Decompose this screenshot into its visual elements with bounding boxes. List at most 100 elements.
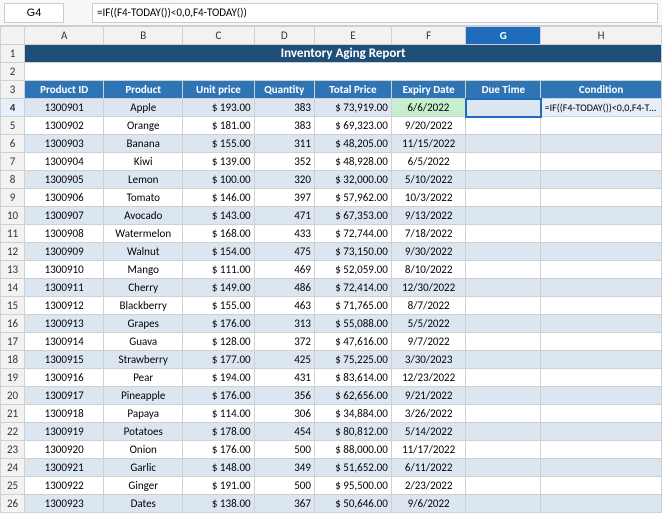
cell-unit-price[interactable]: $ 143.00 xyxy=(183,207,254,225)
cell-product-id[interactable]: 1300923 xyxy=(25,495,104,513)
cell-quantity[interactable]: 383 xyxy=(254,99,314,117)
cell-due-time[interactable] xyxy=(466,225,541,243)
cell-expiry-date[interactable]: 12/23/2022 xyxy=(391,369,466,387)
cell-unit-price[interactable]: $ 139.00 xyxy=(183,153,254,171)
cell-product[interactable]: Guava xyxy=(104,333,183,351)
cell-product[interactable]: Onion xyxy=(104,441,183,459)
cell-product-id[interactable]: 1300921 xyxy=(25,459,104,477)
cell-condition[interactable] xyxy=(541,423,662,441)
cell-due-time[interactable] xyxy=(466,153,541,171)
cell-condition[interactable] xyxy=(541,243,662,261)
cell-unit-price[interactable]: $ 154.00 xyxy=(183,243,254,261)
cell-product[interactable]: Garlic xyxy=(104,459,183,477)
cell-product-id[interactable]: 1300910 xyxy=(25,261,104,279)
cell-expiry-date[interactable]: 5/10/2022 xyxy=(391,171,466,189)
cell-condition[interactable]: =IF((F4-TODAY())<0,0,F4-TODAY()) xyxy=(541,99,662,117)
cell-product-id[interactable]: 1300916 xyxy=(25,369,104,387)
col-header-h[interactable]: H xyxy=(541,27,662,45)
cell-due-time[interactable] xyxy=(466,405,541,423)
cell-product-id[interactable]: 1300914 xyxy=(25,333,104,351)
cell-product-id[interactable]: 1300911 xyxy=(25,279,104,297)
cell-product-id[interactable]: 1300901 xyxy=(25,99,104,117)
cell-product[interactable]: Avocado xyxy=(104,207,183,225)
cell-due-time[interactable] xyxy=(466,315,541,333)
cell-unit-price[interactable]: $ 111.00 xyxy=(183,261,254,279)
cell-product[interactable]: Pineapple xyxy=(104,387,183,405)
col-header-a[interactable]: A xyxy=(25,27,104,45)
cell-condition[interactable] xyxy=(541,279,662,297)
cell-quantity[interactable]: 397 xyxy=(254,189,314,207)
cell-due-time[interactable] xyxy=(466,459,541,477)
cell-condition[interactable] xyxy=(541,459,662,477)
cell-due-time[interactable] xyxy=(466,351,541,369)
cell-total-price[interactable]: $ 50,646.00 xyxy=(314,495,391,513)
col-header-b[interactable]: B xyxy=(104,27,183,45)
cell-product-id[interactable]: 1300908 xyxy=(25,225,104,243)
cell-product-id[interactable]: 1300902 xyxy=(25,117,104,135)
cell-unit-price[interactable]: $ 194.00 xyxy=(183,369,254,387)
cell-total-price[interactable]: $ 48,205.00 xyxy=(314,135,391,153)
cell-product[interactable]: Watermelon xyxy=(104,225,183,243)
cell-product[interactable]: Walnut xyxy=(104,243,183,261)
cell-quantity[interactable]: 425 xyxy=(254,351,314,369)
cell-product-id[interactable]: 1300907 xyxy=(25,207,104,225)
cell-total-price[interactable]: $ 72,414.00 xyxy=(314,279,391,297)
cell-due-time[interactable] xyxy=(466,333,541,351)
cell-product[interactable]: Orange xyxy=(104,117,183,135)
col-header-g[interactable]: G xyxy=(466,27,541,45)
cell-condition[interactable] xyxy=(541,171,662,189)
cell-product[interactable]: Blackberry xyxy=(104,297,183,315)
cell-product-id[interactable]: 1300922 xyxy=(25,477,104,495)
cell-total-price[interactable]: $ 88,000.00 xyxy=(314,441,391,459)
cell-condition[interactable] xyxy=(541,207,662,225)
cell-quantity[interactable]: 372 xyxy=(254,333,314,351)
cell-expiry-date[interactable]: 6/5/2022 xyxy=(391,153,466,171)
cell-expiry-date[interactable]: 9/6/2022 xyxy=(391,495,466,513)
cell-product[interactable]: Mango xyxy=(104,261,183,279)
cell-condition[interactable] xyxy=(541,297,662,315)
cell-unit-price[interactable]: $ 178.00 xyxy=(183,423,254,441)
cell-condition[interactable] xyxy=(541,153,662,171)
cell-expiry-date[interactable]: 11/15/2022 xyxy=(391,135,466,153)
cell-condition[interactable] xyxy=(541,495,662,513)
cell-quantity[interactable]: 475 xyxy=(254,243,314,261)
cell-due-time[interactable] xyxy=(466,369,541,387)
cell-expiry-date[interactable]: 9/20/2022 xyxy=(391,117,466,135)
cell-product[interactable]: Dates xyxy=(104,495,183,513)
cell-product-id[interactable]: 1300918 xyxy=(25,405,104,423)
cell-expiry-date[interactable]: 11/17/2022 xyxy=(391,441,466,459)
cell-total-price[interactable]: $ 32,000.00 xyxy=(314,171,391,189)
cell-expiry-date[interactable]: 9/7/2022 xyxy=(391,333,466,351)
cell-unit-price[interactable]: $ 149.00 xyxy=(183,279,254,297)
cell-total-price[interactable]: $ 34,884.00 xyxy=(314,405,391,423)
cell-product[interactable]: Apple xyxy=(104,99,183,117)
cell-product-id[interactable]: 1300906 xyxy=(25,189,104,207)
cell-condition[interactable] xyxy=(541,333,662,351)
cell-total-price[interactable]: $ 71,765.00 xyxy=(314,297,391,315)
cell-product-id[interactable]: 1300912 xyxy=(25,297,104,315)
cell-due-time[interactable] xyxy=(466,495,541,513)
cell-total-price[interactable]: $ 73,150.00 xyxy=(314,243,391,261)
cell-total-price[interactable]: $ 95,500.00 xyxy=(314,477,391,495)
cell-unit-price[interactable]: $ 181.00 xyxy=(183,117,254,135)
cell-due-time[interactable] xyxy=(466,387,541,405)
cell-unit-price[interactable]: $ 128.00 xyxy=(183,333,254,351)
cell-product[interactable]: Potatoes xyxy=(104,423,183,441)
cell-total-price[interactable]: $ 69,323.00 xyxy=(314,117,391,135)
cell-product[interactable]: Pear xyxy=(104,369,183,387)
cell-condition[interactable] xyxy=(541,261,662,279)
cell-condition[interactable] xyxy=(541,189,662,207)
cell-expiry-date[interactable]: 7/18/2022 xyxy=(391,225,466,243)
cell-quantity[interactable]: 311 xyxy=(254,135,314,153)
cell-total-price[interactable]: $ 52,059.00 xyxy=(314,261,391,279)
cell-due-time[interactable] xyxy=(466,423,541,441)
cell-quantity[interactable]: 463 xyxy=(254,297,314,315)
cell-expiry-date[interactable]: 3/30/2023 xyxy=(391,351,466,369)
cell-quantity[interactable]: 433 xyxy=(254,225,314,243)
cell-product-id[interactable]: 1300905 xyxy=(25,171,104,189)
cell-condition[interactable] xyxy=(541,315,662,333)
cell-total-price[interactable]: $ 62,656.00 xyxy=(314,387,391,405)
cell-quantity[interactable]: 469 xyxy=(254,261,314,279)
cell-condition[interactable] xyxy=(541,351,662,369)
cell-expiry-date[interactable]: 12/30/2022 xyxy=(391,279,466,297)
